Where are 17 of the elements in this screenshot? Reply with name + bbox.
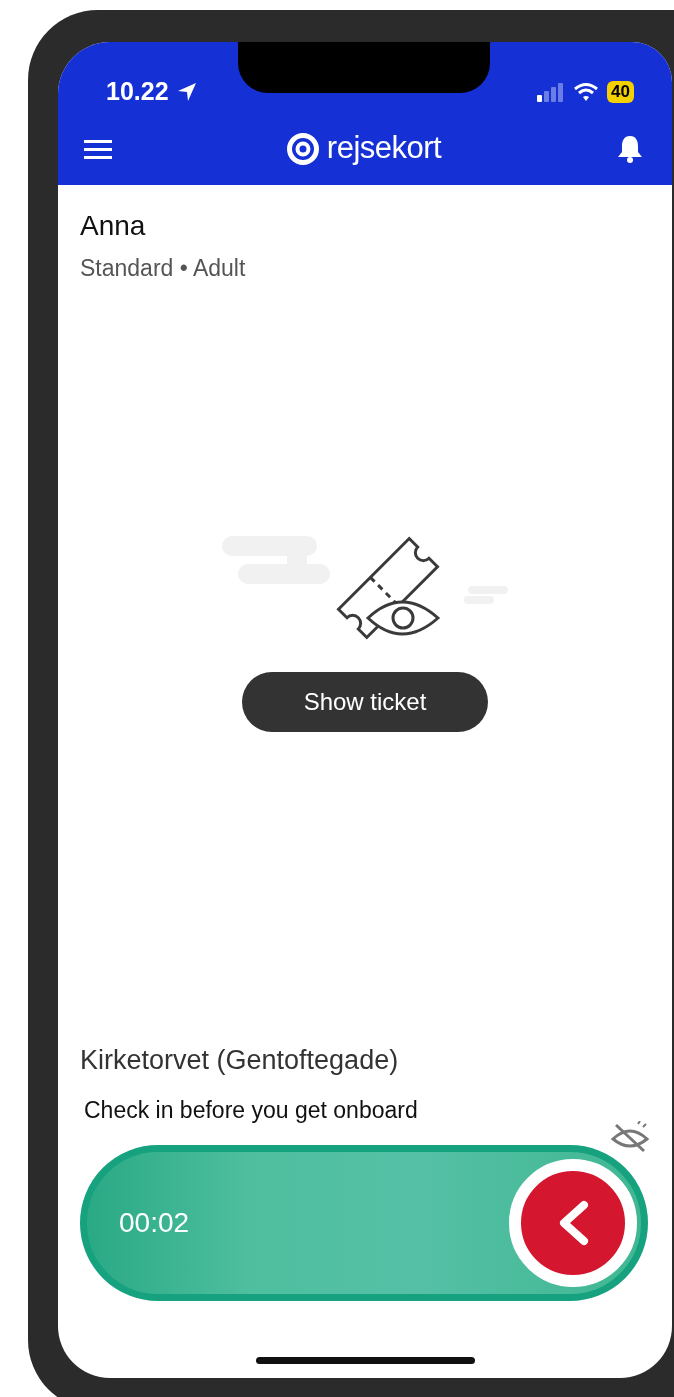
slider-thumb[interactable] bbox=[509, 1159, 637, 1287]
signal-icon bbox=[537, 82, 566, 102]
logo-rings-icon bbox=[286, 132, 319, 165]
check-in-hint: Check in before you get onboard bbox=[84, 1095, 419, 1125]
stop-name: Kirketorvet (Gentoftegade) bbox=[80, 1044, 400, 1077]
profile-type: Standard • Adult bbox=[80, 254, 247, 283]
bell-icon[interactable] bbox=[616, 133, 644, 164]
location-arrow-icon bbox=[176, 82, 197, 102]
timer: 00:02 bbox=[119, 1206, 190, 1240]
battery-indicator: 40 bbox=[607, 81, 634, 103]
status-time: 10.22 bbox=[106, 76, 169, 108]
show-ticket-button[interactable]: Show ticket bbox=[242, 671, 488, 732]
app-logo-text: rejsekort bbox=[326, 129, 442, 168]
wifi-icon bbox=[573, 82, 600, 102]
eye-slash-icon[interactable] bbox=[610, 1121, 650, 1153]
menu-icon[interactable] bbox=[84, 137, 112, 160]
profile-name: Anna bbox=[80, 209, 147, 243]
